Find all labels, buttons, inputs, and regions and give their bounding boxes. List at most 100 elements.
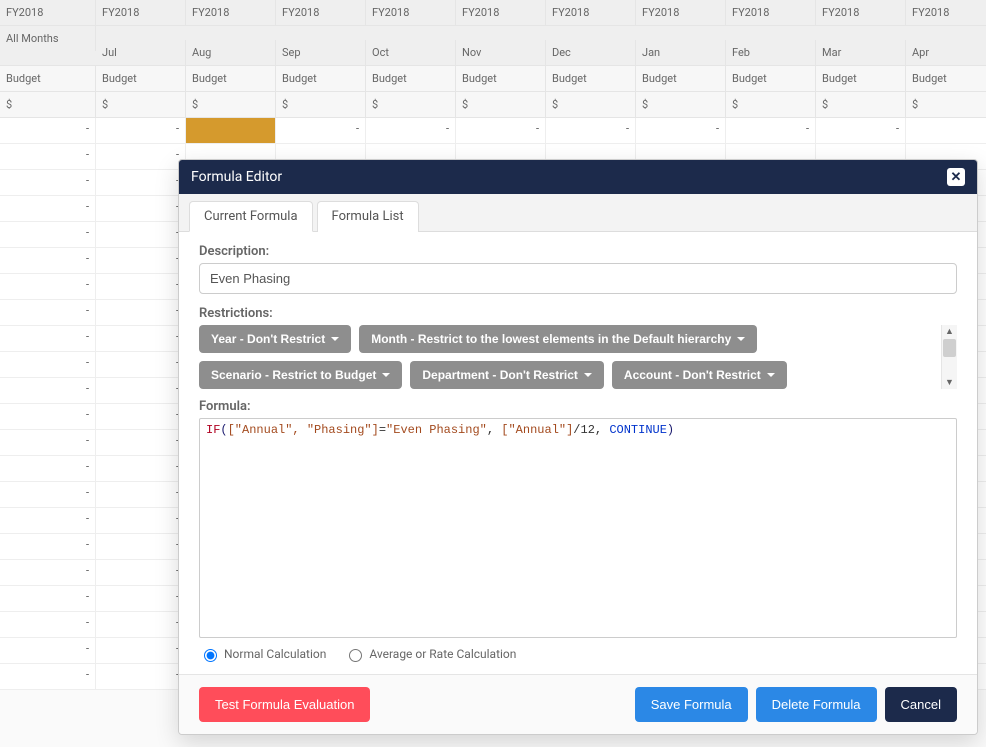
data-cell[interactable]: - xyxy=(96,638,186,663)
data-cell[interactable]: - xyxy=(0,664,96,689)
header-cell: FY2018 xyxy=(276,0,366,25)
tab-bar: Current Formula Formula List xyxy=(179,194,977,232)
radio-average-calc[interactable]: Average or Rate Calculation xyxy=(344,646,516,662)
data-cell[interactable]: - xyxy=(0,456,96,481)
header-cell: Budget xyxy=(546,66,636,91)
header-cell-month: Oct xyxy=(366,40,456,65)
scroll-thumb[interactable] xyxy=(943,339,956,357)
data-cell[interactable]: - xyxy=(96,248,186,273)
data-cell[interactable]: - xyxy=(0,170,96,195)
header-cell: Budget xyxy=(456,66,546,91)
data-cell[interactable]: - xyxy=(96,300,186,325)
header-cell: FY2018 xyxy=(726,0,816,25)
data-cell[interactable]: - xyxy=(96,430,186,455)
data-cell[interactable]: - xyxy=(0,326,96,351)
close-button[interactable]: ✕ xyxy=(947,168,965,186)
header-row-currency: $ $ $ $ $ $ $ $ $ $ $ xyxy=(0,92,986,118)
header-cell-month: Aug xyxy=(186,40,276,65)
header-cell: FY2018 xyxy=(546,0,636,25)
header-cell: FY2018 xyxy=(366,0,456,25)
data-cell[interactable]: - xyxy=(816,118,906,143)
data-cell[interactable]: - xyxy=(0,482,96,507)
data-cell[interactable]: - xyxy=(366,118,456,143)
data-cell[interactable]: - xyxy=(276,118,366,143)
radio-average-input[interactable] xyxy=(349,649,362,662)
delete-formula-button[interactable]: Delete Formula xyxy=(756,687,877,722)
data-cell[interactable]: - xyxy=(96,274,186,299)
header-cell: Budget xyxy=(636,66,726,91)
data-cell[interactable]: - xyxy=(96,560,186,585)
data-cell[interactable]: - xyxy=(456,118,546,143)
data-cell[interactable]: - xyxy=(96,482,186,507)
data-cell[interactable]: - xyxy=(96,508,186,533)
data-cell[interactable]: - xyxy=(0,508,96,533)
data-cell[interactable]: - xyxy=(96,326,186,351)
radio-normal-calc[interactable]: Normal Calculation xyxy=(199,646,326,662)
save-formula-button[interactable]: Save Formula xyxy=(635,687,748,722)
data-cell[interactable]: - xyxy=(0,560,96,585)
data-cell[interactable] xyxy=(186,118,276,143)
data-cell[interactable]: - xyxy=(96,352,186,377)
data-cell[interactable]: - xyxy=(96,118,186,143)
data-cell[interactable]: - xyxy=(96,586,186,611)
data-cell[interactable]: - xyxy=(96,664,186,689)
data-cell[interactable]: - xyxy=(96,534,186,559)
restrictions-scrollbar[interactable]: ▲ ▼ xyxy=(941,325,957,389)
data-cell[interactable]: - xyxy=(96,612,186,637)
header-cell: FY2018 xyxy=(816,0,906,25)
data-cell[interactable]: - xyxy=(0,612,96,637)
description-label: Description: xyxy=(199,244,957,259)
data-cell[interactable]: - xyxy=(546,118,636,143)
header-cell: FY2018 xyxy=(0,0,96,25)
header-cell: $ xyxy=(546,92,636,117)
data-cell[interactable]: - xyxy=(96,222,186,247)
data-cell[interactable]: - xyxy=(0,248,96,273)
radio-normal-input[interactable] xyxy=(204,649,217,662)
data-cell[interactable]: - xyxy=(0,378,96,403)
header-cell-all-months: All Months xyxy=(0,26,96,51)
data-cell[interactable]: - xyxy=(0,638,96,663)
data-cell[interactable]: - xyxy=(0,404,96,429)
restriction-account[interactable]: Account - Don't Restrict xyxy=(612,361,787,389)
restriction-year[interactable]: Year - Don't Restrict xyxy=(199,325,351,353)
data-cell[interactable]: - xyxy=(96,456,186,481)
data-cell[interactable]: - xyxy=(96,404,186,429)
dialog-footer: Test Formula Evaluation Save Formula Del… xyxy=(179,674,977,734)
data-cell[interactable]: - xyxy=(0,144,96,169)
restriction-scenario[interactable]: Scenario - Restrict to Budget xyxy=(199,361,402,389)
tab-formula-list[interactable]: Formula List xyxy=(317,201,419,232)
data-cell[interactable]: - xyxy=(0,222,96,247)
cancel-button[interactable]: Cancel xyxy=(885,687,957,722)
caret-down-icon xyxy=(737,337,745,341)
description-input[interactable] xyxy=(199,263,957,294)
data-cell[interactable]: - xyxy=(726,118,816,143)
data-cell[interactable]: - xyxy=(96,378,186,403)
data-cell[interactable]: - xyxy=(0,352,96,377)
data-cell[interactable]: - xyxy=(0,430,96,455)
header-cell: FY2018 xyxy=(456,0,546,25)
data-cell[interactable]: - xyxy=(0,534,96,559)
pill-label: Scenario - Restrict to Budget xyxy=(211,368,376,382)
restrictions-row: Year - Don't Restrict Month - Restrict t… xyxy=(199,325,957,389)
tab-current-formula[interactable]: Current Formula xyxy=(189,201,313,232)
token-eq: = xyxy=(379,423,386,437)
restriction-department[interactable]: Department - Don't Restrict xyxy=(410,361,604,389)
data-cell[interactable]: - xyxy=(96,144,186,169)
test-formula-button[interactable]: Test Formula Evaluation xyxy=(199,687,370,722)
data-cell[interactable]: - xyxy=(636,118,726,143)
header-cell: FY2018 xyxy=(906,0,986,25)
data-cell[interactable]: - xyxy=(0,118,96,143)
formula-textarea[interactable]: IF(["Annual", "Phasing"]="Even Phasing",… xyxy=(199,418,957,638)
data-cell[interactable]: - xyxy=(0,274,96,299)
data-cell[interactable]: - xyxy=(0,300,96,325)
data-cell[interactable]: - xyxy=(906,118,986,143)
data-cell[interactable]: - xyxy=(96,196,186,221)
data-cell[interactable]: - xyxy=(96,170,186,195)
header-cell: Budget xyxy=(816,66,906,91)
data-cell[interactable]: - xyxy=(0,196,96,221)
scroll-down-icon[interactable]: ▼ xyxy=(942,376,957,389)
restriction-month[interactable]: Month - Restrict to the lowest elements … xyxy=(359,325,757,353)
token-ref: ["Annual"] xyxy=(501,423,573,437)
scroll-up-icon[interactable]: ▲ xyxy=(942,325,957,338)
data-cell[interactable]: - xyxy=(0,586,96,611)
